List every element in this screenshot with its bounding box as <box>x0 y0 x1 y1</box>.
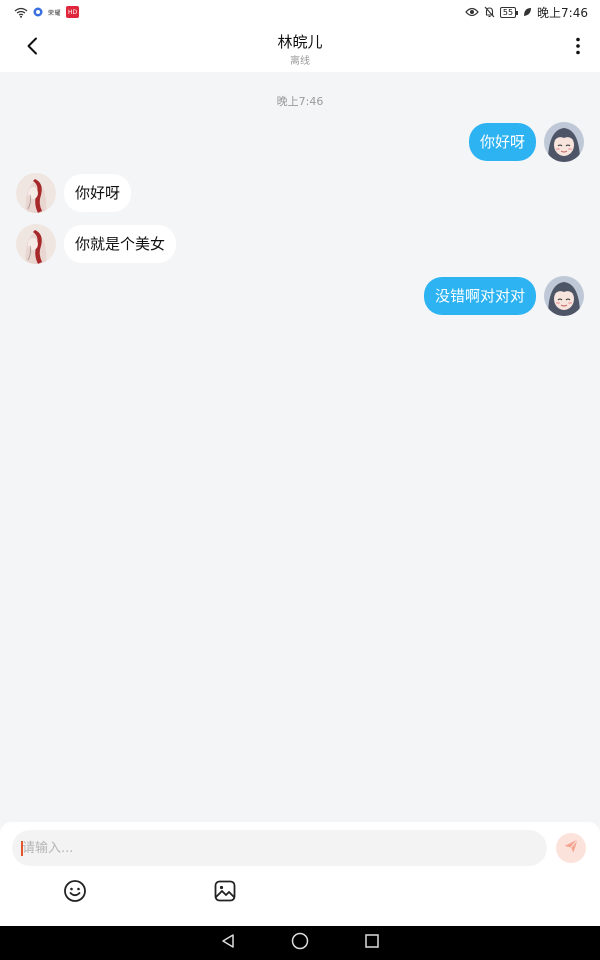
contact-avatar[interactable] <box>16 224 56 264</box>
system-nav-bar <box>0 926 600 960</box>
message-bubble-incoming[interactable]: 你就是个美女 <box>64 225 177 263</box>
my-avatar[interactable] <box>544 122 584 162</box>
input-panel <box>0 822 600 926</box>
mute-bell-icon <box>484 6 495 18</box>
message-bubble-outgoing[interactable]: 没错啊对对对 <box>423 277 536 315</box>
circle-home-icon <box>291 932 309 954</box>
message-timestamp: 晚上7:46 <box>276 95 324 108</box>
status-time: 晚上7:46 <box>537 5 588 20</box>
leaf-icon <box>523 7 532 17</box>
message-row-incoming: 你好呀 <box>16 173 132 213</box>
more-options-button[interactable] <box>566 34 590 62</box>
image-icon <box>213 879 237 907</box>
contact-avatar[interactable] <box>16 173 56 213</box>
square-recents-icon <box>364 933 380 953</box>
message-row-incoming: 你就是个美女 <box>16 224 177 264</box>
contact-name: 林皖儿 <box>277 33 323 51</box>
more-vertical-icon <box>575 37 581 59</box>
eye-icon <box>465 7 479 17</box>
nav-recents-button[interactable] <box>362 933 382 953</box>
send-icon <box>563 838 579 858</box>
message-bubble-outgoing[interactable]: 你好呀 <box>468 123 536 161</box>
status-left: 荣耀 HD <box>14 6 80 18</box>
battery-indicator: 55 <box>499 6 519 18</box>
nav-back-button[interactable] <box>218 933 238 953</box>
emoji-icon <box>63 879 87 907</box>
message-list[interactable]: 晚上7:46 你好呀 你好呀 你就是个美女 没错啊对对对 <box>0 72 600 822</box>
chat-header: 林皖儿 离线 <box>0 24 600 72</box>
status-bar: 荣耀 HD 55 晚上7:46 <box>0 0 600 24</box>
image-button[interactable] <box>212 880 238 906</box>
status-right: 55 晚上7:46 <box>465 4 588 21</box>
nav-home-button[interactable] <box>290 932 310 954</box>
send-button[interactable] <box>556 833 586 863</box>
triangle-back-icon <box>220 933 236 953</box>
my-avatar[interactable] <box>544 276 584 316</box>
status-app-badge: HD <box>66 6 80 18</box>
app-notification-icon <box>33 7 43 17</box>
message-bubble-incoming[interactable]: 你好呀 <box>64 174 132 212</box>
message-input[interactable] <box>12 830 547 866</box>
message-row-outgoing: 没错啊对对对 <box>423 276 584 316</box>
text-cursor <box>21 841 23 856</box>
emoji-button[interactable] <box>62 880 88 906</box>
contact-status: 离线 <box>290 56 310 67</box>
wifi-icon <box>14 7 28 18</box>
status-app-text: 荣耀 <box>48 9 62 17</box>
message-row-outgoing: 你好呀 <box>468 122 584 162</box>
